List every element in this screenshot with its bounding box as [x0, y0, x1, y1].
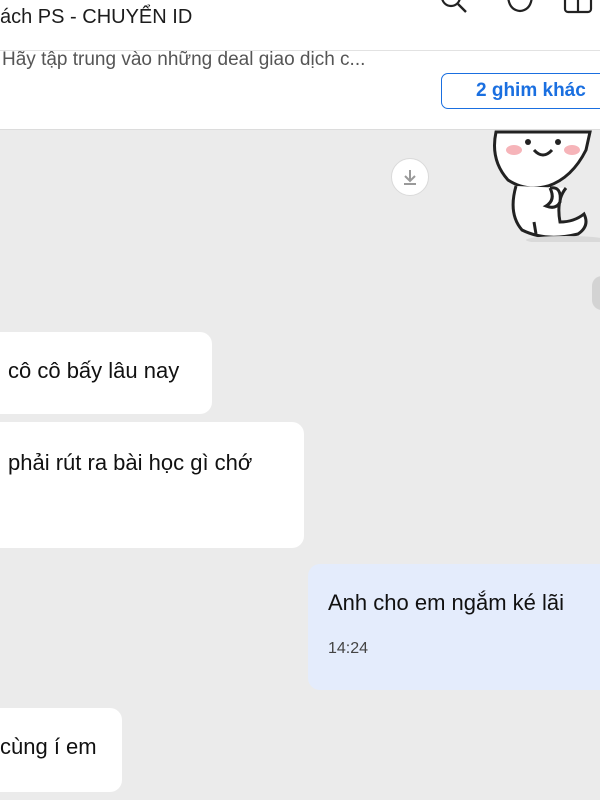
other-pins-button[interactable]: 2 ghim khác — [441, 73, 600, 109]
message-list: cô cô bấy lâu nay phải rút ra bài học gì… — [0, 130, 600, 800]
download-icon — [404, 170, 416, 185]
message-bubble-sent[interactable]: Anh cho em ngắm ké lãi 14:24 — [308, 564, 600, 690]
message-bubble-received[interactable]: cùng í em — [0, 708, 122, 792]
pinned-message-bar[interactable]: Hãy tập trung vào những deal giao dịch c… — [0, 49, 600, 130]
message-text: Anh cho em ngắm ké lãi — [328, 590, 565, 615]
conversation-title[interactable]: ách PS - CHUYỂN ID — [0, 6, 192, 29]
message-timestamp: 14:24 — [328, 640, 369, 657]
scroll-to-bottom-button[interactable] — [592, 276, 600, 310]
chat-header: ách PS - CHUYỂN ID — [0, 0, 600, 51]
download-button[interactable] — [391, 158, 429, 196]
search-icon[interactable] — [438, 0, 468, 14]
pinned-message-text[interactable]: Hãy tập trung vào những deal giao dịch c… — [2, 49, 365, 71]
message-bubble-received[interactable]: cô cô bấy lâu nay — [0, 332, 212, 414]
cute-sticker[interactable] — [486, 130, 600, 242]
message-text: cùng í em — [0, 734, 97, 759]
split-view-icon[interactable] — [562, 0, 594, 14]
message-text: phải rút ra bài học gì chớ — [8, 450, 253, 475]
message-bubble-received[interactable]: phải rút ra bài học gì chớ — [0, 422, 304, 548]
message-text: cô cô bấy lâu nay — [8, 358, 180, 383]
video-call-icon[interactable] — [504, 0, 536, 14]
